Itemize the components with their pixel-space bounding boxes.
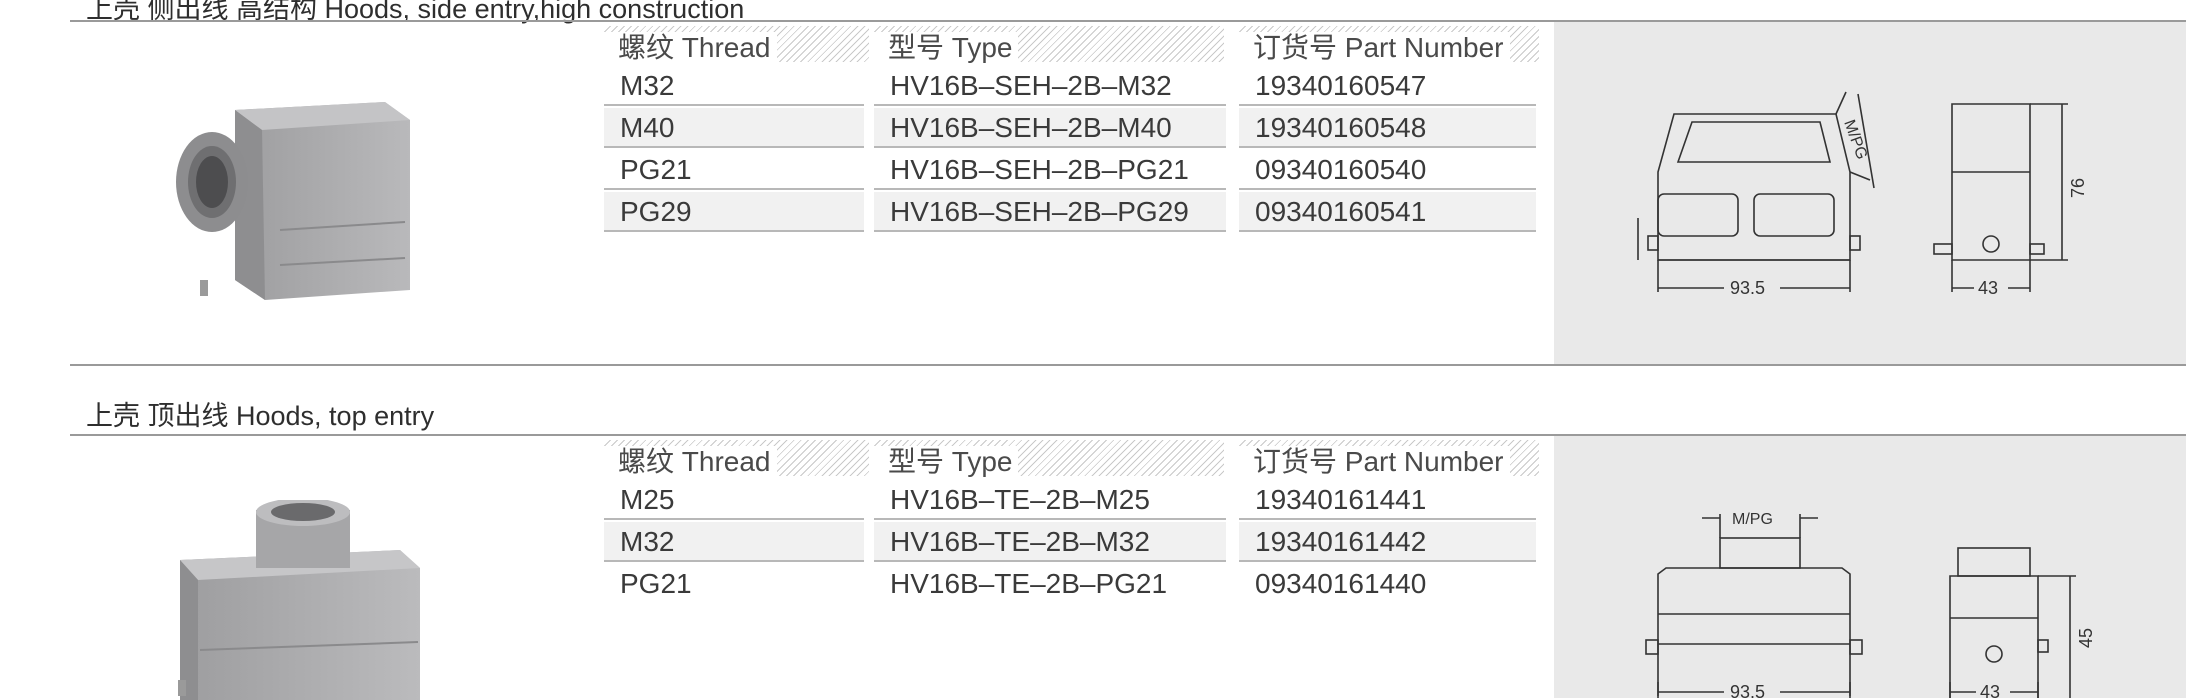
thread-header: 螺纹 Thread (604, 26, 869, 63)
table-row-thread: M32 (604, 522, 864, 562)
table-row-part-number: 09340160540 (1239, 150, 1536, 190)
table-row-thread: PG29 (604, 192, 864, 232)
table-row-thread: M25 (604, 480, 864, 520)
table-row-type: HV16B–SEH–2B–PG29 (874, 192, 1226, 232)
table-row-type: HV16B–TE–2B–PG21 (890, 568, 1168, 599)
section2-divider (70, 364, 2186, 366)
thread-header: 螺纹 Thread (604, 440, 869, 477)
table-row-type: HV16B–SEH–2B–M40 (874, 108, 1226, 148)
side-entry-dimension-drawing: 93.5 43 76 M/PG (1637, 91, 2088, 298)
top-entry-dimension-drawing: M/PG 93.5 43 45 (1645, 511, 2096, 698)
width-dimension-label: 93.5 (1730, 278, 1765, 298)
section1-title: 上壳 侧出线 高结构 Hoods, side entry,high constr… (86, 0, 745, 24)
table-row-part-number: 09340161440 (1255, 568, 1427, 599)
table-row-part-number: 19340161441 (1239, 480, 1536, 520)
table-row-part-number: 19340160547 (1239, 66, 1536, 106)
table-row-type: HV16B–TE–2B–M32 (874, 522, 1226, 562)
table-row-type: HV16B–SEH–2B–PG21 (874, 150, 1226, 190)
table-row-thread: PG21 (620, 568, 692, 599)
table-row-thread: M40 (604, 108, 864, 148)
depth-dimension-label: 43 (1978, 278, 1998, 298)
table-row-part-number: 19340160548 (1239, 108, 1536, 148)
table-row-part-number: 09340160541 (1239, 192, 1536, 232)
thread-dimension-label: M/PG (1732, 511, 1773, 528)
table-row-type: HV16B–TE–2B–M25 (874, 480, 1226, 520)
type-header: 型号 Type (874, 26, 1224, 63)
height-dimension-label: 76 (2068, 178, 2088, 198)
height-dimension-label: 45 (2076, 628, 2096, 648)
table-row-thread: M32 (604, 66, 864, 106)
table-row-part-number: 19340161442 (1239, 522, 1536, 562)
part-number-header: 订货号 Part Number (1239, 440, 1539, 477)
width-dimension-label: 93.5 (1730, 682, 1765, 698)
type-header: 型号 Type (874, 440, 1224, 477)
part-number-header: 订货号 Part Number (1239, 26, 1539, 63)
section2-title: 上壳 顶出线 Hoods, top entry (86, 401, 435, 431)
table-row-type: HV16B–SEH–2B–M32 (874, 66, 1226, 106)
side-entry-hood-photo (176, 102, 410, 300)
top-entry-hood-photo (178, 500, 420, 700)
table-row-thread: PG21 (604, 150, 864, 190)
depth-dimension-label: 43 (1980, 682, 2000, 698)
